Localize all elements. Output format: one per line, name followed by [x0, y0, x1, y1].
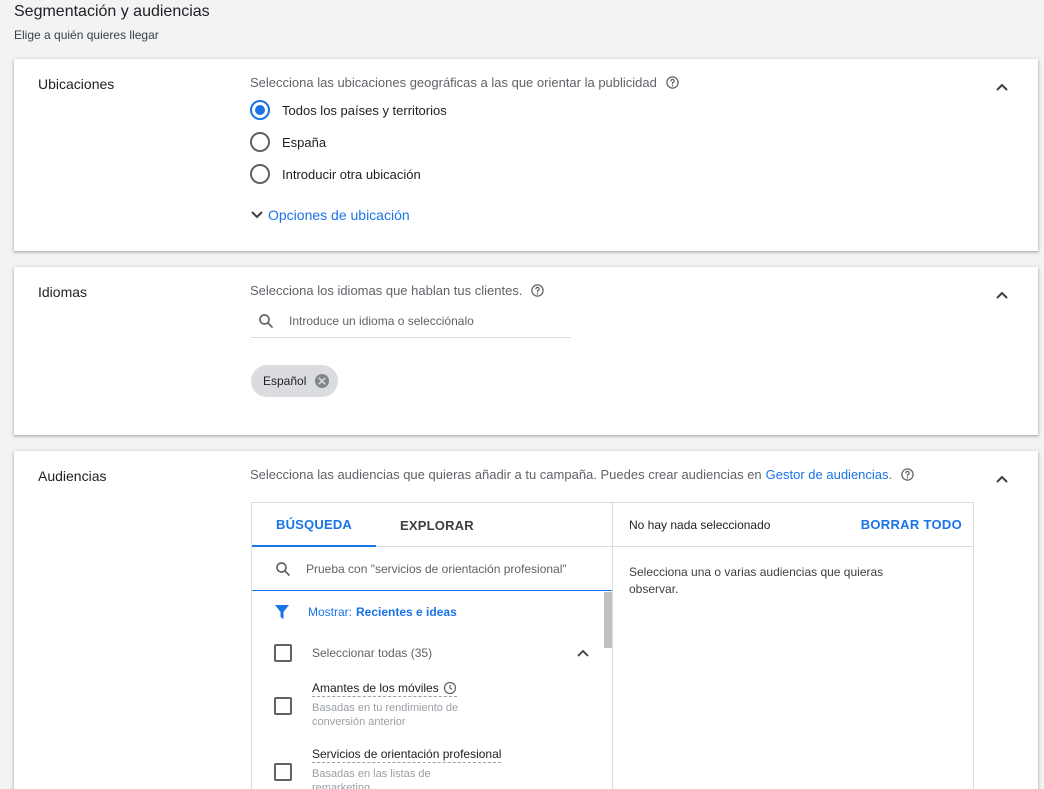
selected-status: No hay nada seleccionado	[629, 517, 771, 532]
help-icon[interactable]	[900, 467, 915, 482]
audience-tabs: BÚSQUEDA EXPLORAR	[252, 503, 612, 547]
select-all-checkbox[interactable]	[274, 644, 292, 662]
audience-search-input[interactable]	[306, 561, 596, 576]
selected-audiences-pane: No hay nada seleccionado BORRAR TODO Sel…	[613, 503, 974, 789]
chip-label: Español	[263, 374, 307, 388]
chevron-up-icon	[996, 83, 1008, 91]
chevron-down-icon	[251, 211, 263, 219]
tab-search[interactable]: BÚSQUEDA	[252, 503, 376, 547]
filter-value: Recientes e ideas	[356, 605, 457, 619]
audiences-description: Selecciona las audiencias que quieras añ…	[250, 467, 915, 482]
audience-search-pane: BÚSQUEDA EXPLORAR Mostrar: Recientes e i…	[252, 503, 613, 789]
scrollbar-thumb[interactable]	[604, 592, 612, 648]
audience-name-text: Servicios de orientación profesional	[312, 747, 502, 761]
tab-explore[interactable]: EXPLORAR	[376, 503, 498, 547]
collapse-list-button[interactable]	[576, 648, 590, 658]
filter-icon	[275, 605, 289, 619]
empty-selection-message: Selecciona una o varias audiencias que q…	[629, 565, 884, 596]
languages-label: Idiomas	[38, 284, 88, 300]
chevron-up-icon	[577, 649, 589, 657]
page-title: Segmentación y audiencias	[14, 3, 210, 20]
audience-name-text: Amantes de los móviles	[312, 681, 439, 695]
languages-description: Selecciona los idiomas que hablan tus cl…	[250, 283, 545, 298]
help-icon[interactable]	[530, 283, 545, 298]
location-options-link[interactable]: Opciones de ubicación	[250, 207, 410, 223]
selected-header: No hay nada seleccionado BORRAR TODO	[613, 503, 974, 547]
select-all-label: Seleccionar todas (35)	[312, 646, 433, 660]
audience-subtitle: Basadas en las listas de remarketing	[312, 768, 431, 789]
language-search-input[interactable]	[289, 313, 549, 328]
clear-all-button[interactable]: BORRAR TODO	[861, 517, 962, 532]
page-subtitle: Elige a quién quieres llegar	[14, 28, 159, 42]
radio-button[interactable]	[250, 164, 270, 184]
help-icon[interactable]	[665, 75, 680, 90]
close-circle-icon	[315, 374, 330, 388]
locations-description-text: Selecciona las ubicaciones geográficas a…	[250, 75, 657, 90]
chip-remove-button[interactable]	[314, 373, 330, 389]
collapse-audiences-button[interactable]	[992, 469, 1012, 489]
languages-description-text: Selecciona los idiomas que hablan tus cl…	[250, 283, 523, 298]
language-search[interactable]	[251, 304, 571, 338]
audience-manager-link[interactable]: Gestor de audiencias	[766, 467, 889, 482]
select-all-row: Seleccionar todas (35)	[274, 644, 590, 662]
radio-label: Introducir otra ubicación	[282, 166, 421, 182]
section-header: Segmentación y audiencias Elige a quién …	[14, 2, 210, 42]
radio-button-checked[interactable]	[250, 100, 270, 120]
search-icon	[276, 561, 290, 576]
search-icon	[259, 313, 273, 328]
radio-button[interactable]	[250, 132, 270, 152]
collapse-locations-button[interactable]	[992, 77, 1012, 97]
audience-filter[interactable]: Mostrar: Recientes e ideas	[274, 604, 457, 620]
audiences-description-text: Selecciona las audiencias que quieras añ…	[250, 467, 762, 482]
radio-all-countries[interactable]: Todos los países y territorios	[250, 100, 447, 120]
audience-name[interactable]: Amantes de los móviles	[312, 681, 457, 697]
language-chip: Español	[251, 365, 339, 397]
audience-checkbox[interactable]	[274, 697, 292, 715]
locations-label: Ubicaciones	[38, 76, 115, 92]
audience-search[interactable]	[252, 547, 612, 591]
location-options-label: Opciones de ubicación	[268, 207, 410, 223]
chevron-up-icon	[996, 475, 1008, 483]
chevron-up-icon	[996, 291, 1008, 299]
radio-label: Todos los países y territorios	[282, 102, 447, 118]
audience-name[interactable]: Servicios de orientación profesional	[312, 747, 502, 763]
collapse-languages-button[interactable]	[992, 285, 1012, 305]
list-item: Amantes de los móviles Basadas en tu ren…	[274, 681, 594, 729]
radio-spain[interactable]: España	[250, 132, 326, 152]
filter-label: Mostrar:	[308, 605, 353, 619]
clock-icon	[443, 681, 456, 695]
list-item: Servicios de orientación profesional Bas…	[274, 747, 594, 789]
audiences-label: Audiencias	[38, 468, 107, 484]
locations-description: Selecciona las ubicaciones geográficas a…	[250, 75, 680, 90]
audience-checkbox[interactable]	[274, 763, 292, 781]
audience-subtitle: Basadas en tu rendimiento de conversión …	[312, 702, 459, 728]
radio-label: España	[282, 134, 327, 150]
radio-other-location[interactable]: Introducir otra ubicación	[250, 164, 421, 184]
locations-card: Ubicaciones Selecciona las ubicaciones g…	[14, 59, 1038, 251]
audiences-card: Audiencias Selecciona las audiencias que…	[14, 451, 1038, 789]
languages-card: Idiomas Selecciona los idiomas que habla…	[14, 267, 1038, 435]
audience-picker: BÚSQUEDA EXPLORAR Mostrar: Recientes e i…	[251, 502, 974, 789]
